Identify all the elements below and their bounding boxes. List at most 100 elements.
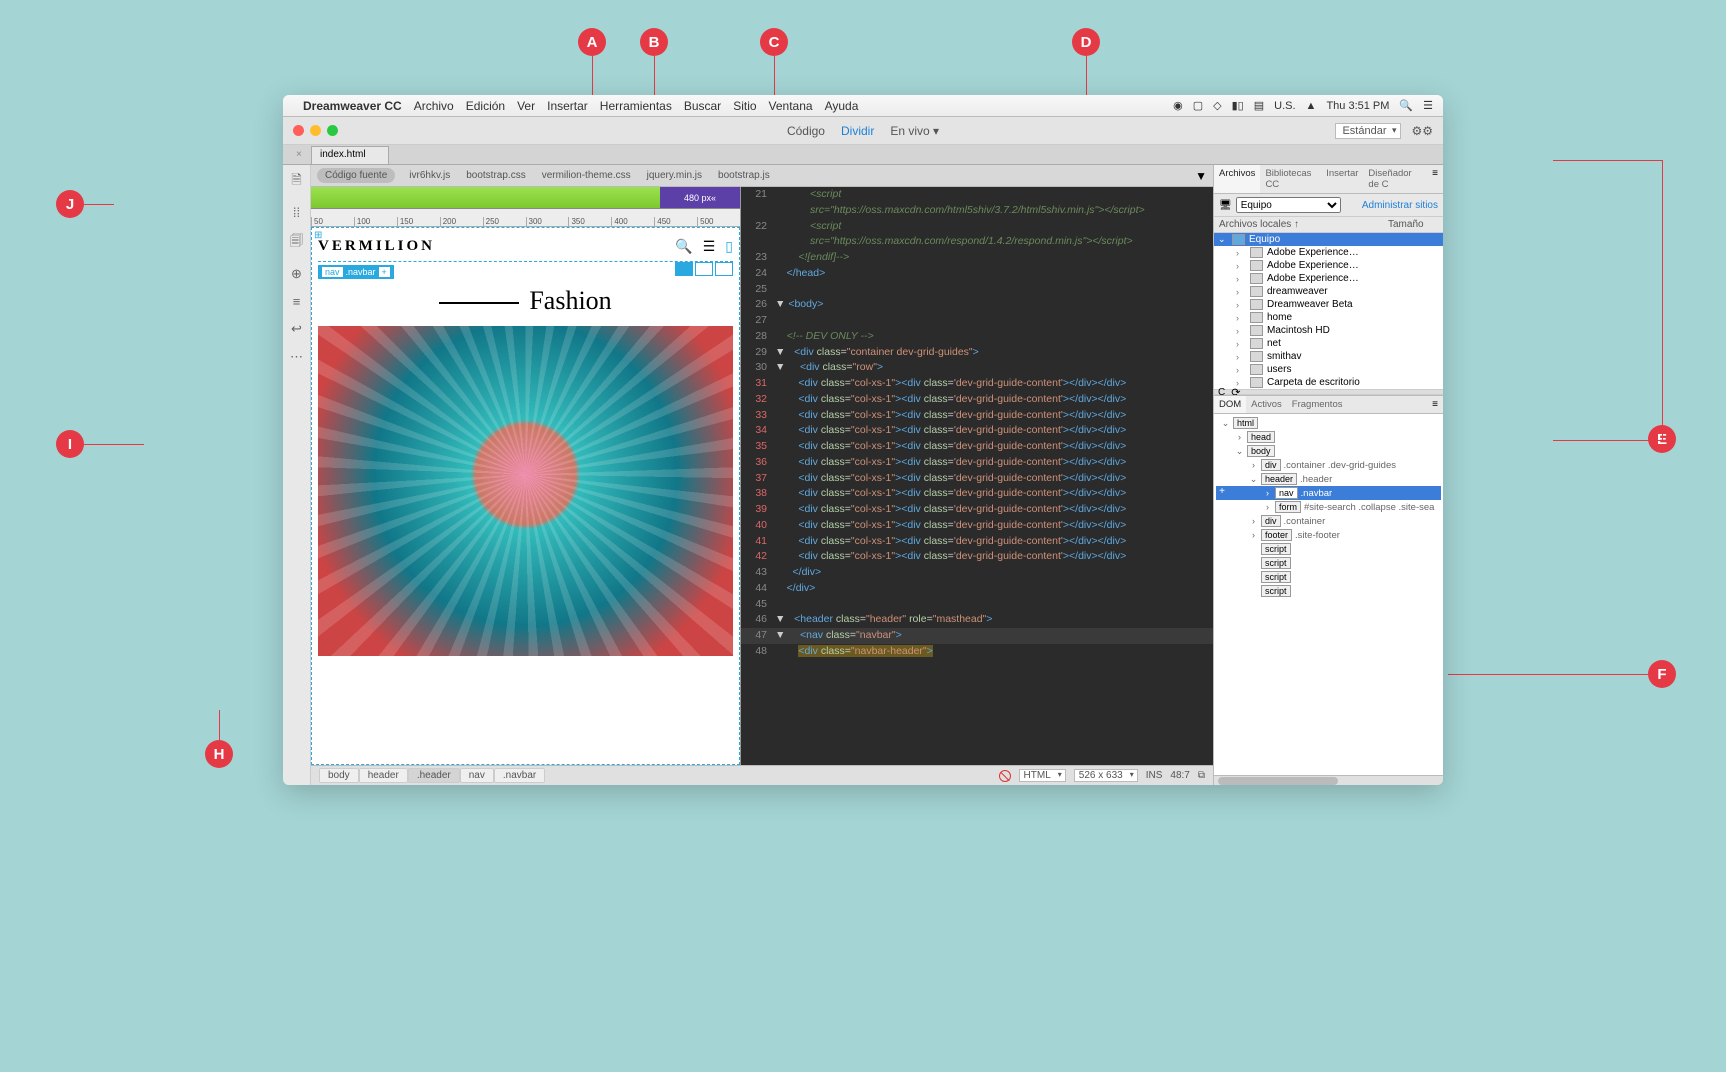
dom-row[interactable]: ›footer.site-footer xyxy=(1216,528,1441,542)
more-icon[interactable]: ⋯ xyxy=(290,349,303,365)
manage-sites-link[interactable]: Administrar sitios xyxy=(1362,200,1438,211)
spotlight-icon[interactable]: 🔍 xyxy=(1399,99,1413,112)
view-code[interactable]: Código xyxy=(787,124,825,138)
file-tree[interactable]: ⌄Equipo›Adobe Experience…›Adobe Experien… xyxy=(1214,233,1443,389)
list-icon[interactable]: ≡ xyxy=(293,294,301,309)
file-row[interactable]: ›net xyxy=(1214,337,1443,350)
cancel-icon[interactable] xyxy=(999,770,1011,782)
hamburger-icon[interactable]: ☰ xyxy=(1423,99,1433,112)
filter-icon[interactable]: ▼ xyxy=(1195,169,1207,183)
view-split[interactable]: Dividir xyxy=(841,124,874,138)
panel-menu-icon[interactable]: ≡ xyxy=(1427,165,1443,193)
site-dropdown[interactable]: Equipo xyxy=(1236,197,1341,213)
dom-row[interactable]: ⌄html xyxy=(1216,416,1441,430)
dom-tree[interactable]: ⌄html›head⌄body›div.container .dev-grid-… xyxy=(1214,414,1443,775)
dom-row[interactable]: ›div.container xyxy=(1216,514,1441,528)
cloud-sync-icon[interactable]: ◉ xyxy=(1173,99,1183,112)
file-row[interactable]: ›Adobe Experience… xyxy=(1214,272,1443,285)
menu-icon[interactable]: ☰ xyxy=(703,238,716,255)
menu-ventana[interactable]: Ventana xyxy=(769,99,813,113)
file-row[interactable]: ›Macintosh HD xyxy=(1214,324,1443,337)
sliders-icon[interactable]: ⁞⁞ xyxy=(293,205,300,220)
menu-herramientas[interactable]: Herramientas xyxy=(600,99,672,113)
dom-row[interactable]: ›div.container .dev-grid-guides xyxy=(1216,458,1441,472)
target-icon[interactable]: ⊕ xyxy=(291,266,302,282)
device-toggle-3[interactable] xyxy=(715,262,733,276)
search-icon[interactable]: 🔍 xyxy=(675,238,692,255)
file-icon[interactable]: 🗎 xyxy=(291,171,301,193)
traffic-lights[interactable] xyxy=(283,125,338,136)
grid-toggle-icon[interactable]: ⊞ xyxy=(314,230,322,241)
dom-row[interactable]: script xyxy=(1216,542,1441,556)
source-tab[interactable]: bootstrap.js xyxy=(710,168,778,183)
tab-assets[interactable]: Activos xyxy=(1246,396,1287,413)
document-tab[interactable]: ×index.html xyxy=(311,146,389,164)
menu-ayuda[interactable]: Ayuda xyxy=(825,99,859,113)
wifi-icon[interactable]: ◇ xyxy=(1213,99,1221,112)
column-toggle-icon[interactable]: ▯ xyxy=(725,238,733,255)
dom-row[interactable]: ›form#site-search .collapse .site-sea xyxy=(1216,500,1441,514)
tab-cc-libraries[interactable]: Bibliotecas CC xyxy=(1260,165,1321,193)
menu-edición[interactable]: Edición xyxy=(466,99,505,113)
view-live[interactable]: En vivo ▾ xyxy=(890,124,939,138)
source-tab[interactable]: vermilion-theme.css xyxy=(534,168,639,183)
breadcrumb-item[interactable]: header xyxy=(359,768,408,783)
menu-sitio[interactable]: Sitio xyxy=(733,99,756,113)
breadcrumb-item[interactable]: .header xyxy=(408,768,460,783)
file-row[interactable]: ›Carpeta de escritorio xyxy=(1214,376,1443,389)
source-tab[interactable]: bootstrap.css xyxy=(458,168,533,183)
scrollbar[interactable] xyxy=(1214,775,1443,785)
breadcrumb-item[interactable]: .navbar xyxy=(494,768,545,783)
device-toggle-1[interactable] xyxy=(675,262,693,276)
workspace-select[interactable]: Estándar xyxy=(1335,123,1401,139)
lang-select[interactable]: HTML xyxy=(1019,769,1066,782)
dom-row[interactable]: ⌄body xyxy=(1216,444,1441,458)
sync-settings-icon[interactable]: ⚙⚙ xyxy=(1411,124,1433,138)
dom-row[interactable]: script xyxy=(1216,570,1441,584)
file-row[interactable]: ⌄Equipo xyxy=(1214,233,1443,246)
search-files-icon[interactable]: 🗐 xyxy=(290,232,303,254)
close-tab-icon[interactable]: × xyxy=(296,149,302,160)
eject-icon[interactable]: ▲ xyxy=(1306,100,1317,112)
col-name[interactable]: Archivos locales ↑ xyxy=(1219,219,1388,230)
menu-buscar[interactable]: Buscar xyxy=(684,99,721,113)
file-row[interactable]: ›Adobe Experience… xyxy=(1214,259,1443,272)
file-row[interactable]: ›Adobe Experience… xyxy=(1214,246,1443,259)
display-icon[interactable]: ▢ xyxy=(1193,99,1203,112)
tab-dom[interactable]: DOM xyxy=(1214,396,1246,413)
battery-icon[interactable]: ▮▯ xyxy=(1232,99,1244,112)
preview-icon[interactable]: ⧉ xyxy=(1198,770,1205,781)
tab-snippets[interactable]: Fragmentos xyxy=(1287,396,1348,413)
code-editor[interactable]: 21 <script src="https://oss.maxcdn.com/h… xyxy=(741,187,1213,765)
file-row[interactable]: ›users xyxy=(1214,363,1443,376)
source-tab-main[interactable]: Código fuente xyxy=(317,168,395,183)
device-toggle-2[interactable] xyxy=(695,262,713,276)
file-row[interactable]: ›smithav xyxy=(1214,350,1443,363)
menu-archivo[interactable]: Archivo xyxy=(414,99,454,113)
element-selector-badge[interactable]: nav .navbar + xyxy=(318,265,394,279)
menu-insertar[interactable]: Insertar xyxy=(547,99,588,113)
brand-logo[interactable]: VERMILION xyxy=(318,234,435,259)
dom-row[interactable]: ›head xyxy=(1216,430,1441,444)
dom-row[interactable]: script xyxy=(1216,556,1441,570)
source-tab[interactable]: ivr6hkv.js xyxy=(401,168,458,183)
menu-ver[interactable]: Ver xyxy=(517,99,535,113)
mq-handle[interactable]: 480 px « xyxy=(660,187,740,208)
page-preview[interactable]: ⊞ VERMILION 🔍 ☰ ▯ nav xyxy=(311,227,740,765)
panel-menu-icon[interactable]: ≡ xyxy=(1427,396,1443,413)
tab-files[interactable]: Archivos xyxy=(1214,165,1260,193)
wrap-icon[interactable]: ↩ xyxy=(291,321,302,337)
tab-css-designer[interactable]: Diseñador de C xyxy=(1363,165,1427,193)
viewport-select[interactable]: 526 x 633 xyxy=(1074,769,1138,782)
file-row[interactable]: ›home xyxy=(1214,311,1443,324)
locale-flag-icon[interactable]: ▤ xyxy=(1254,99,1264,112)
file-row[interactable]: ›dreamweaver xyxy=(1214,285,1443,298)
breadcrumb-item[interactable]: body xyxy=(319,768,359,783)
col-size[interactable]: Tamaño xyxy=(1388,219,1438,230)
media-query-bar[interactable]: 480 px « xyxy=(311,187,740,209)
tab-insert[interactable]: Insertar xyxy=(1321,165,1363,193)
dom-row[interactable]: script xyxy=(1216,584,1441,598)
clock[interactable]: Thu 3:51 PM xyxy=(1326,100,1389,112)
file-row[interactable]: ›Dreamweaver Beta xyxy=(1214,298,1443,311)
add-class-button[interactable]: + xyxy=(379,267,390,277)
